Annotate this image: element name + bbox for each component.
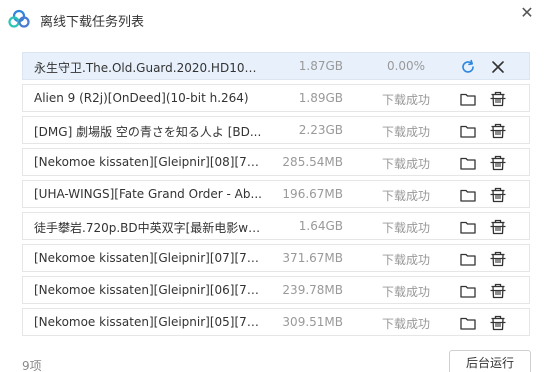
open-folder-icon[interactable] bbox=[459, 122, 477, 140]
task-name: [DMG] 劇場版 空の青さを知る人よ [BD... bbox=[34, 125, 262, 139]
retry-icon[interactable] bbox=[459, 58, 477, 76]
task-status: 下载成功 bbox=[381, 93, 430, 107]
task-status: 下载成功 bbox=[381, 157, 430, 171]
close-window-button[interactable]: ✕ bbox=[516, 2, 538, 24]
task-status: 下载成功 bbox=[381, 125, 430, 139]
task-row[interactable]: Alien 9 (R2j)[OnDeed](10-bit h.264) 1.89G… bbox=[22, 84, 530, 112]
task-status: 下载成功 bbox=[381, 189, 430, 203]
task-status: 下载成功 bbox=[381, 221, 430, 235]
task-size: 309.51MB bbox=[282, 315, 343, 329]
task-name: [Nekomoe kissaten][Gleipnir][08][720... bbox=[34, 155, 262, 169]
task-row[interactable]: [Nekomoe kissaten][Gleipnir][05][720... 3… bbox=[22, 308, 530, 336]
open-folder-icon[interactable] bbox=[459, 218, 477, 236]
task-name: [Nekomoe kissaten][Gleipnir][05][720... bbox=[34, 315, 262, 329]
task-name: [UHA-WINGS][Fate Grand Order - Ab... bbox=[34, 187, 262, 201]
task-row[interactable]: 徒手攀岩.720p.BD中英双字[最新电影www... 1.64GB 下载成功 bbox=[22, 212, 530, 240]
task-size: 196.67MB bbox=[282, 187, 343, 201]
task-row[interactable]: [Nekomoe kissaten][Gleipnir][08][720... 2… bbox=[22, 148, 530, 176]
open-folder-icon[interactable] bbox=[459, 186, 477, 204]
window-title: 离线下载任务列表 bbox=[40, 15, 145, 30]
task-status: 下载成功 bbox=[381, 253, 430, 267]
task-row[interactable]: [Nekomoe kissaten][Gleipnir][06][720... 2… bbox=[22, 276, 530, 304]
task-status: 下载成功 bbox=[381, 317, 430, 331]
task-size: 285.54MB bbox=[282, 155, 343, 169]
task-row[interactable]: [DMG] 劇場版 空の青さを知る人よ [BD... 2.23GB 下载成功 bbox=[22, 116, 530, 144]
delete-task-icon[interactable] bbox=[489, 122, 507, 140]
task-status: 下载成功 bbox=[381, 285, 430, 299]
task-list: 永生守卫.The.Old.Guard.2020.HD1080... 1.87GB 0… bbox=[22, 52, 530, 342]
task-size: 1.89GB bbox=[298, 91, 343, 105]
run-in-background-button[interactable]: 后台运行 bbox=[449, 350, 531, 372]
open-folder-icon[interactable] bbox=[459, 90, 477, 108]
delete-task-icon[interactable] bbox=[489, 186, 507, 204]
task-name: [Nekomoe kissaten][Gleipnir][07][720... bbox=[34, 251, 262, 265]
delete-task-icon[interactable] bbox=[489, 154, 507, 172]
title-bar: 离线下载任务列表 ✕ bbox=[0, 0, 552, 38]
open-folder-icon[interactable] bbox=[459, 314, 477, 332]
delete-task-icon[interactable] bbox=[489, 218, 507, 236]
task-status: 0.00% bbox=[386, 59, 426, 73]
task-name: [Nekomoe kissaten][Gleipnir][06][720... bbox=[34, 283, 262, 297]
open-folder-icon[interactable] bbox=[459, 250, 477, 268]
task-row[interactable]: 永生守卫.The.Old.Guard.2020.HD1080... 1.87GB 0… bbox=[22, 52, 530, 80]
task-size: 239.78MB bbox=[282, 283, 343, 297]
open-folder-icon[interactable] bbox=[459, 282, 477, 300]
task-size: 371.67MB bbox=[282, 251, 343, 265]
task-count: 9项 bbox=[22, 359, 42, 372]
delete-task-icon[interactable] bbox=[489, 250, 507, 268]
offline-download-window: 离线下载任务列表 ✕ 永生守卫.The.Old.Guard.2020.HD108… bbox=[0, 0, 552, 372]
delete-task-icon[interactable] bbox=[489, 282, 507, 300]
task-size: 1.64GB bbox=[298, 219, 343, 233]
cancel-task-icon[interactable] bbox=[489, 58, 507, 76]
delete-task-icon[interactable] bbox=[489, 314, 507, 332]
delete-task-icon[interactable] bbox=[489, 90, 507, 108]
cloud-logo-icon bbox=[8, 9, 30, 28]
open-folder-icon[interactable] bbox=[459, 154, 477, 172]
task-name: Alien 9 (R2j)[OnDeed](10-bit h.264) bbox=[34, 91, 249, 105]
task-row[interactable]: [Nekomoe kissaten][Gleipnir][07][720... 3… bbox=[22, 244, 530, 272]
task-size: 2.23GB bbox=[298, 123, 343, 137]
task-row[interactable]: [UHA-WINGS][Fate Grand Order - Ab... 196.… bbox=[22, 180, 530, 208]
task-name: 永生守卫.The.Old.Guard.2020.HD1080... bbox=[34, 61, 262, 75]
task-name: 徒手攀岩.720p.BD中英双字[最新电影www... bbox=[34, 221, 262, 235]
task-size: 1.87GB bbox=[298, 59, 343, 73]
